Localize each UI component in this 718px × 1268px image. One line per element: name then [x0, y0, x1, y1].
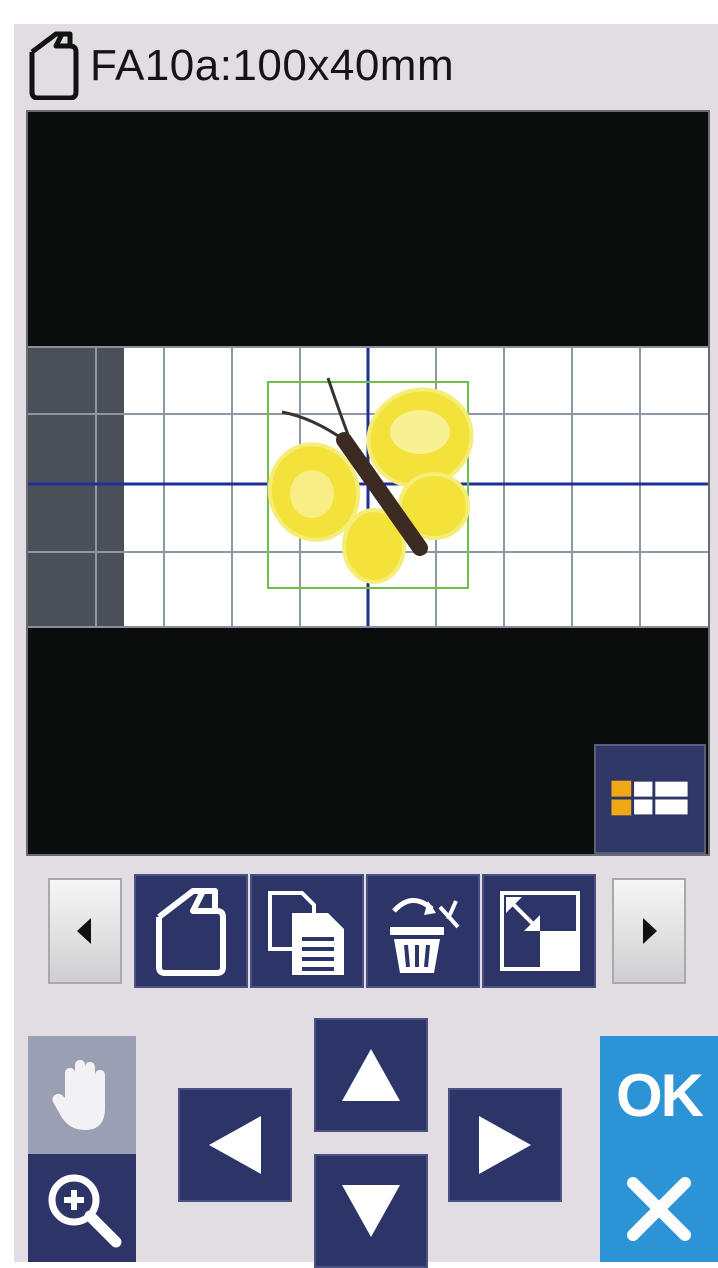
pattern-preview[interactable] — [26, 110, 710, 856]
hand-move-button[interactable] — [28, 1036, 136, 1154]
copy-icon — [268, 891, 344, 975]
delete-icon — [390, 898, 460, 973]
arrow-right-icon — [479, 1116, 531, 1174]
embroidery-edit-screen: FA10a:100x40mm OK — [14, 24, 718, 1268]
butterfly-pattern — [267, 377, 474, 584]
previous-tools-button[interactable] — [48, 878, 122, 984]
cancel-button[interactable] — [600, 1156, 718, 1262]
chevron-right-icon — [643, 918, 657, 944]
split-layout-icon — [610, 779, 690, 817]
ok-button[interactable]: OK — [600, 1036, 718, 1156]
arrow-left-icon — [209, 1116, 261, 1174]
copy-button[interactable] — [250, 874, 364, 988]
move-down-button[interactable] — [314, 1154, 428, 1268]
arrow-down-icon — [342, 1185, 400, 1237]
hoop-icon — [156, 888, 226, 976]
delete-button[interactable] — [366, 874, 480, 988]
move-left-button[interactable] — [178, 1088, 292, 1202]
header: FA10a:100x40mm — [14, 24, 718, 114]
arrow-up-icon — [342, 1049, 400, 1101]
hand-icon — [52, 1060, 105, 1130]
move-up-button[interactable] — [314, 1018, 428, 1132]
grid-canvas — [28, 348, 708, 626]
zoom-in-icon — [48, 1174, 122, 1248]
chevron-left-icon — [77, 918, 91, 944]
move-right-button[interactable] — [448, 1088, 562, 1202]
embroidery-grid[interactable] — [28, 346, 708, 628]
tool-bar — [14, 874, 718, 990]
page-title: FA10a:100x40mm — [90, 41, 455, 90]
close-icon — [627, 1177, 691, 1241]
resize-button[interactable] — [482, 874, 596, 988]
zoom-button[interactable] — [28, 1154, 136, 1262]
hoop-icon — [29, 31, 79, 100]
hoop-select-button[interactable] — [134, 874, 248, 988]
resize-icon — [500, 891, 580, 971]
layout-toggle-button[interactable] — [594, 744, 706, 854]
next-tools-button[interactable] — [612, 878, 686, 984]
